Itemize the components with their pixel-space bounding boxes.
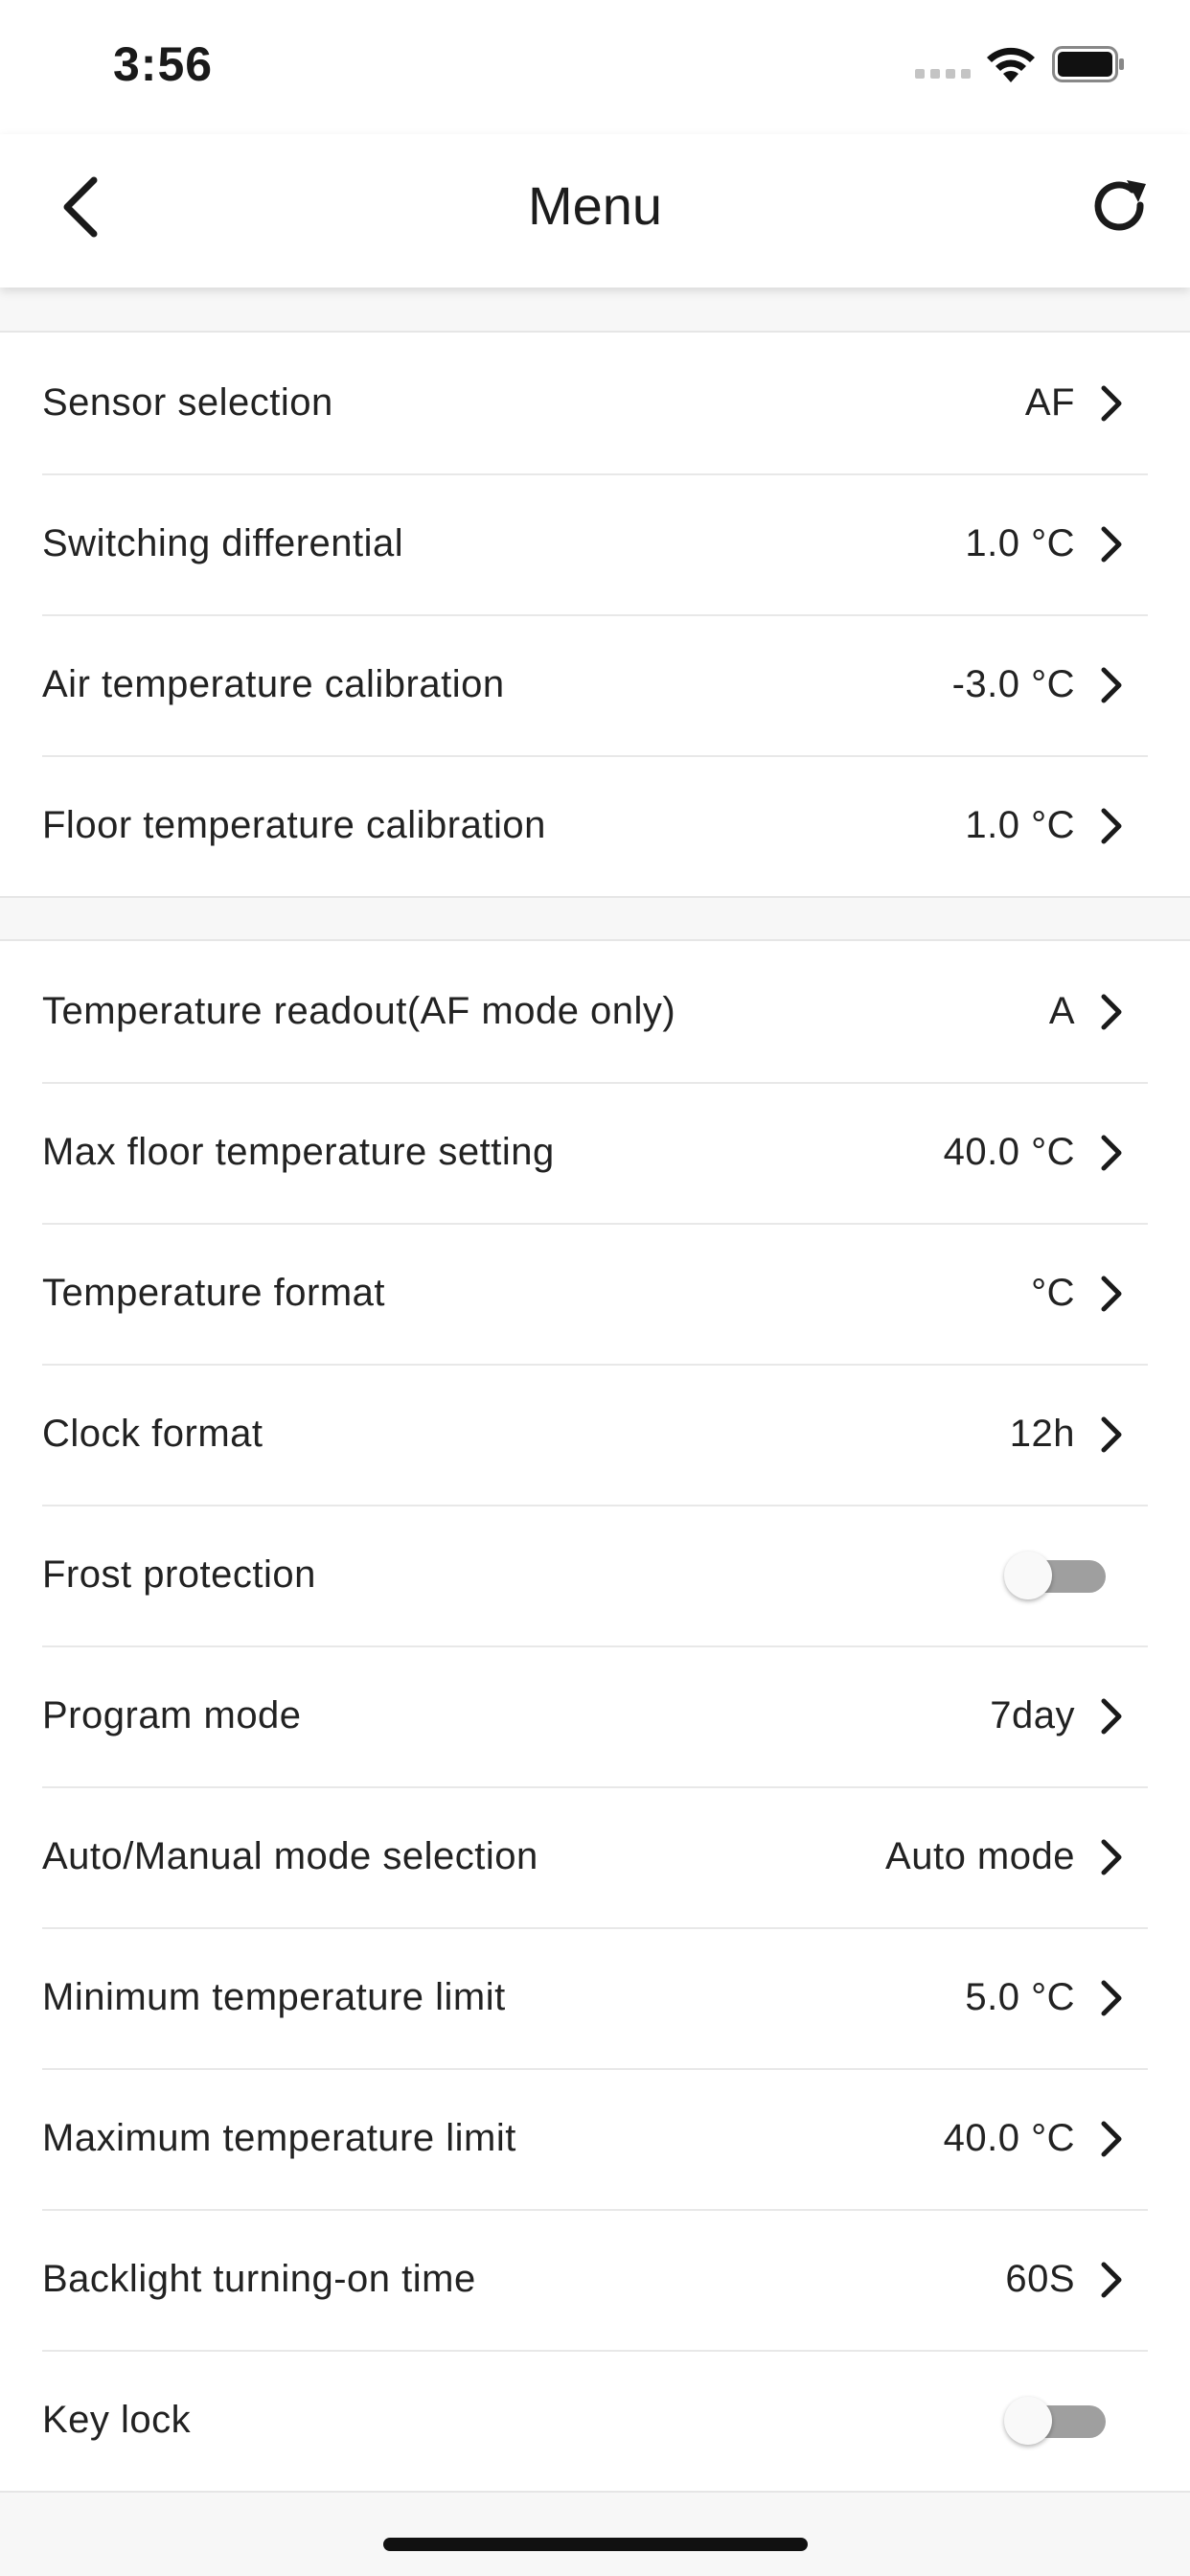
row-label: Frost protection	[42, 1553, 316, 1596]
home-indicator	[383, 2538, 808, 2551]
wifi-icon	[987, 47, 1035, 82]
row-value: Auto mode	[885, 1835, 1075, 1877]
key-lock-toggle[interactable]	[1004, 2397, 1110, 2445]
status-bar: 3:56	[0, 0, 1190, 134]
row-value: 12h	[1009, 1413, 1075, 1455]
row-value: °C	[1031, 1272, 1075, 1314]
row-label: Sensor selection	[42, 381, 333, 424]
page-title: Menu	[527, 175, 663, 236]
row-label: Temperature readout(AF mode only)	[42, 990, 676, 1032]
chevron-right-icon	[1101, 1135, 1122, 1171]
settings-group-general: Temperature readout(AF mode only) A Max …	[0, 939, 1190, 2493]
row-value: AF	[1024, 381, 1075, 424]
row-value: A	[1048, 990, 1075, 1032]
row-label: Program mode	[42, 1694, 302, 1736]
row-air-temperature-calibration[interactable]: Air temperature calibration -3.0 °C	[0, 614, 1190, 755]
row-key-lock: Key lock	[0, 2350, 1190, 2491]
row-label: Clock format	[42, 1413, 263, 1455]
chevron-right-icon	[1101, 2121, 1122, 2157]
row-minimum-temperature-limit[interactable]: Minimum temperature limit 5.0 °C	[0, 1927, 1190, 2068]
row-sensor-selection[interactable]: Sensor selection AF	[0, 333, 1190, 473]
toggle-knob	[1004, 2397, 1052, 2445]
row-value: 5.0 °C	[965, 1976, 1075, 2018]
row-label: Maximum temperature limit	[42, 2117, 516, 2159]
status-time: 3:56	[113, 37, 214, 91]
chevron-right-icon	[1101, 1416, 1122, 1453]
row-max-floor-temperature[interactable]: Max floor temperature setting 40.0 °C	[0, 1082, 1190, 1223]
frost-protection-toggle[interactable]	[1004, 1552, 1110, 1599]
row-value: -3.0 °C	[951, 663, 1075, 705]
row-label: Minimum temperature limit	[42, 1976, 506, 2018]
chevron-right-icon	[1101, 385, 1122, 422]
row-label: Air temperature calibration	[42, 663, 505, 705]
row-temperature-readout[interactable]: Temperature readout(AF mode only) A	[0, 941, 1190, 1082]
chevron-right-icon	[1101, 2262, 1122, 2298]
chevron-right-icon	[1101, 1839, 1122, 1875]
row-label: Switching differential	[42, 522, 404, 564]
nav-bar: Menu	[0, 134, 1190, 288]
row-value: 40.0 °C	[943, 1131, 1075, 1173]
row-backlight-time[interactable]: Backlight turning-on time 60S	[0, 2209, 1190, 2350]
row-auto-manual-mode[interactable]: Auto/Manual mode selection Auto mode	[0, 1786, 1190, 1927]
chevron-right-icon	[1101, 667, 1122, 703]
row-program-mode[interactable]: Program mode 7day	[0, 1645, 1190, 1786]
refresh-icon	[1094, 180, 1146, 231]
row-label: Auto/Manual mode selection	[42, 1835, 538, 1877]
row-maximum-temperature-limit[interactable]: Maximum temperature limit 40.0 °C	[0, 2068, 1190, 2209]
chevron-right-icon	[1101, 808, 1122, 844]
chevron-right-icon	[1101, 994, 1122, 1030]
row-value: 7day	[990, 1694, 1075, 1736]
battery-icon	[1052, 46, 1124, 82]
refresh-button[interactable]	[1088, 176, 1152, 240]
row-label: Backlight turning-on time	[42, 2258, 476, 2300]
row-value: 1.0 °C	[965, 522, 1075, 564]
row-value: 40.0 °C	[943, 2117, 1075, 2159]
row-switching-differential[interactable]: Switching differential 1.0 °C	[0, 473, 1190, 614]
toggle-knob	[1004, 1552, 1052, 1599]
row-value: 60S	[1005, 2258, 1075, 2300]
chevron-right-icon	[1101, 1698, 1122, 1735]
row-value: 1.0 °C	[965, 804, 1075, 846]
row-temperature-format[interactable]: Temperature format °C	[0, 1223, 1190, 1364]
row-floor-temperature-calibration[interactable]: Floor temperature calibration 1.0 °C	[0, 755, 1190, 896]
row-frost-protection: Frost protection	[0, 1505, 1190, 1645]
row-label: Temperature format	[42, 1272, 386, 1314]
settings-group-sensor: Sensor selection AF Switching differenti…	[0, 331, 1190, 898]
row-clock-format[interactable]: Clock format 12h	[0, 1364, 1190, 1505]
chevron-right-icon	[1101, 1276, 1122, 1312]
chevron-right-icon	[1101, 526, 1122, 563]
cellular-signal-icon	[915, 69, 971, 82]
row-label: Floor temperature calibration	[42, 804, 546, 846]
row-label: Key lock	[42, 2399, 192, 2441]
chevron-right-icon	[1101, 1980, 1122, 2016]
row-label: Max floor temperature setting	[42, 1131, 555, 1173]
